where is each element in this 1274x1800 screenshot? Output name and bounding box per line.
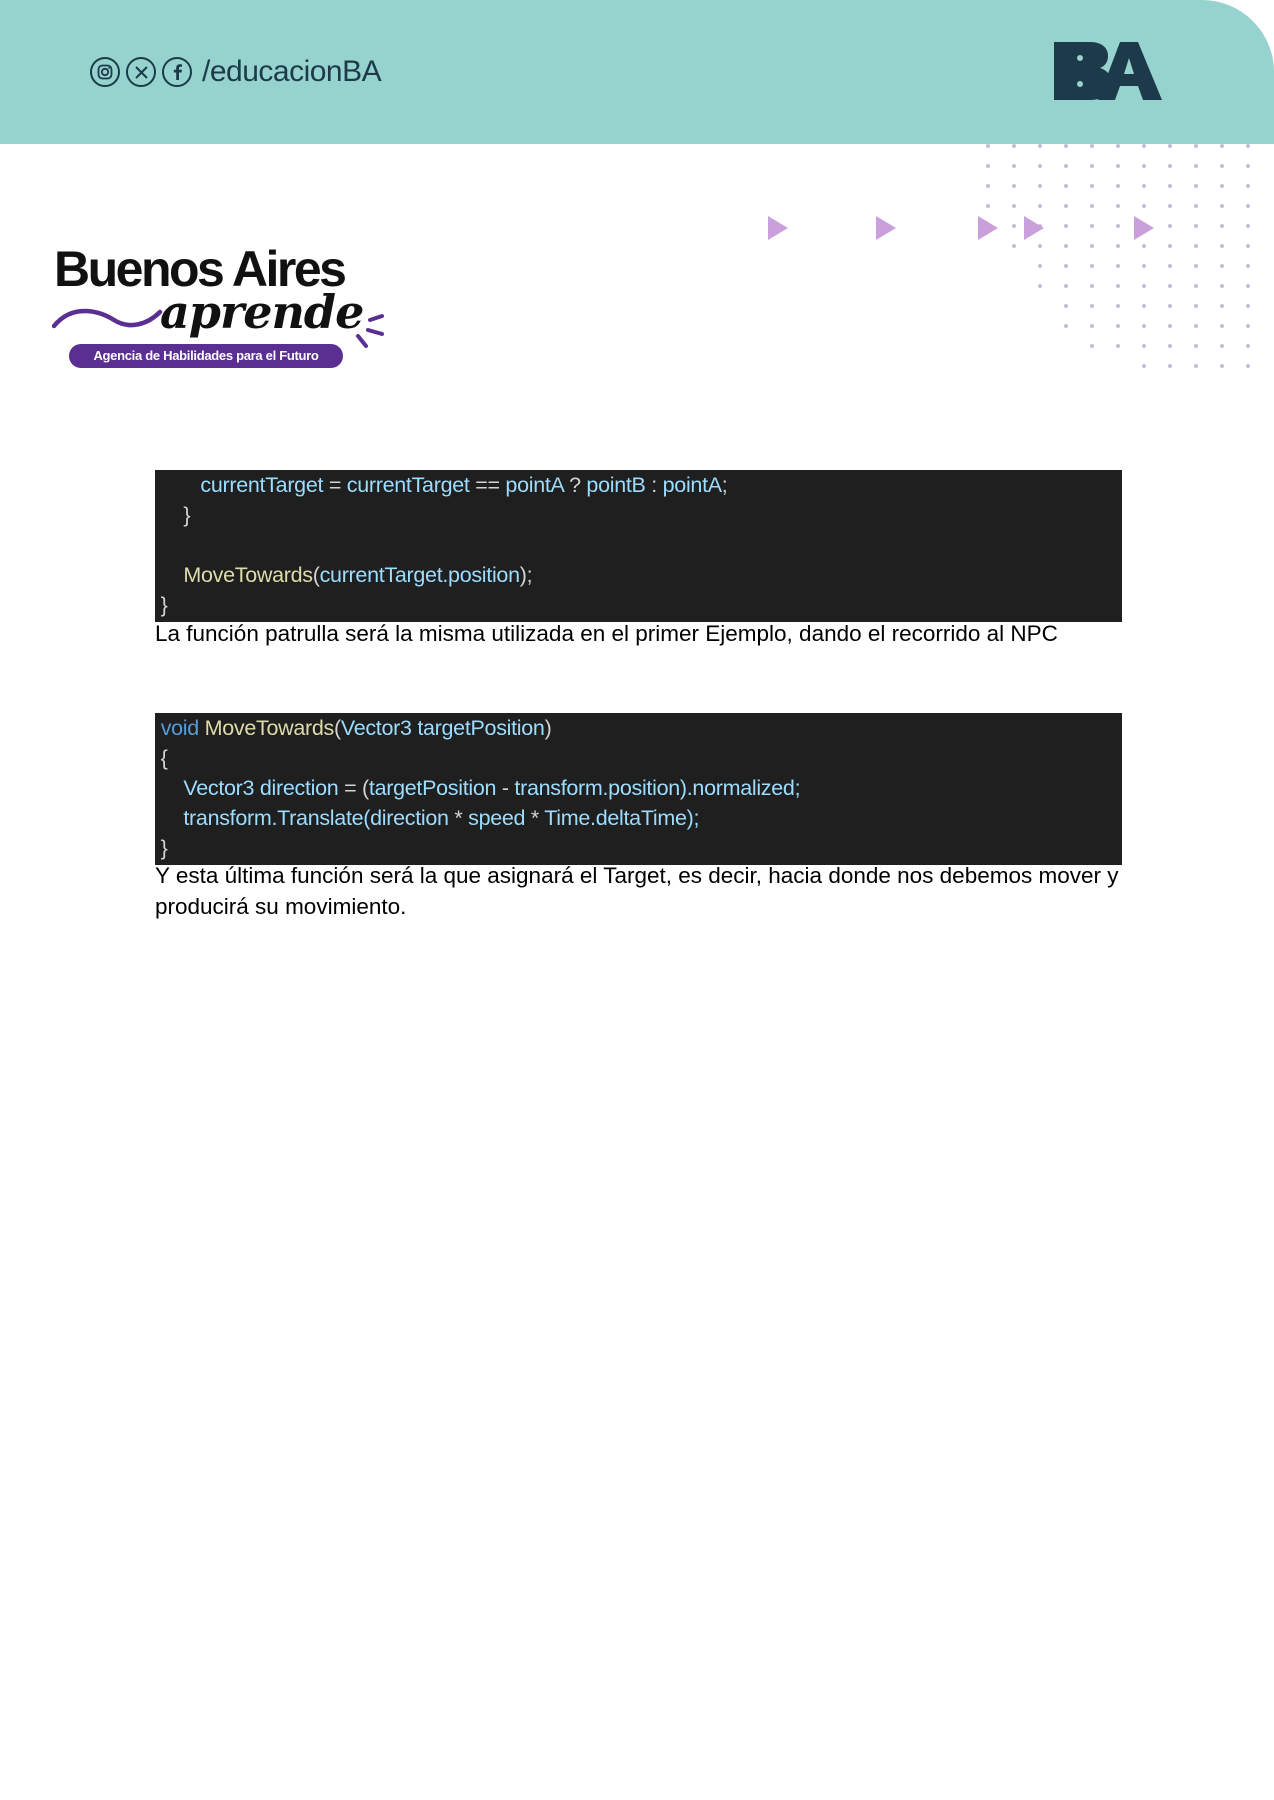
x-icon[interactable] <box>126 57 156 87</box>
code-token: ( <box>312 563 320 587</box>
code-token: = <box>323 473 347 497</box>
code-token: targetPosition <box>368 776 497 800</box>
brand-tagline: Agencia de Habilidades para el Futuro <box>69 344 343 368</box>
code-token: pointA <box>662 473 722 497</box>
code-token: : <box>645 473 663 497</box>
social-links: /educacionBA <box>90 54 382 90</box>
code-token: void <box>160 716 200 740</box>
code-token: ); <box>519 563 533 587</box>
code-line: transform.Translate(direction * speed * … <box>155 803 1122 833</box>
buenos-aires-aprende-logo: Buenos Aires aprende Agencia de Habilida… <box>52 244 392 374</box>
brand-script: aprende <box>160 285 364 339</box>
code-token: speed <box>468 806 526 830</box>
ba-logo <box>1054 42 1162 100</box>
code-token: currentTarget <box>346 473 470 497</box>
code-token: { <box>155 746 168 770</box>
code-token: currentTarget.position <box>319 563 520 587</box>
code-line: } <box>155 500 1122 530</box>
code-token: * <box>448 806 469 830</box>
code-token: currentTarget <box>200 473 324 497</box>
code-token: = ( <box>338 776 369 800</box>
code-token: ) <box>544 716 552 740</box>
code-token: transform.Translate(direction <box>183 806 449 830</box>
code-token: } <box>155 503 191 527</box>
code-token: MoveTowards <box>183 563 313 587</box>
code-token: pointA <box>505 473 564 497</box>
code-token: transform.position).normalized; <box>514 776 801 800</box>
code-token: pointB <box>586 473 646 497</box>
code-line: { <box>155 743 1122 773</box>
code-line: MoveTowards(currentTarget.position); <box>155 560 1122 590</box>
code-token: == <box>469 473 506 497</box>
code-line: } <box>155 590 1122 620</box>
facebook-icon[interactable] <box>162 57 192 87</box>
decorative-arrows <box>768 216 1154 240</box>
code-token: * <box>525 806 545 830</box>
code-token: MoveTowards <box>204 716 335 740</box>
instagram-icon[interactable] <box>90 57 120 87</box>
social-handle[interactable]: /educacionBA <box>202 55 382 89</box>
code-token: ? <box>563 473 587 497</box>
code-line: currentTarget = currentTarget == pointA … <box>155 470 1122 500</box>
code-line: } <box>155 833 1122 863</box>
code-token: ( <box>333 716 341 740</box>
code-token: } <box>155 836 168 860</box>
code-line: Vector3 direction = (targetPosition - tr… <box>155 773 1122 803</box>
paragraph-patrol: La función patrulla será la misma utiliz… <box>155 621 1058 646</box>
code-token: } <box>155 593 168 617</box>
code-token: ; <box>721 473 728 497</box>
paragraph-move-towards: Y esta última función será la que asigna… <box>155 863 1119 919</box>
code-block-move-towards: void MoveTowards(Vector3 targetPosition)… <box>155 713 1122 865</box>
code-token: Vector3 direction <box>183 776 339 800</box>
code-token: Vector3 targetPosition <box>340 716 545 740</box>
code-token: Time.deltaTime); <box>544 806 700 830</box>
decorative-dots <box>986 144 1250 368</box>
code-block-patrol: currentTarget = currentTarget == pointA … <box>155 470 1122 622</box>
code-token: - <box>496 776 515 800</box>
code-line: void MoveTowards(Vector3 targetPosition) <box>155 713 1122 743</box>
